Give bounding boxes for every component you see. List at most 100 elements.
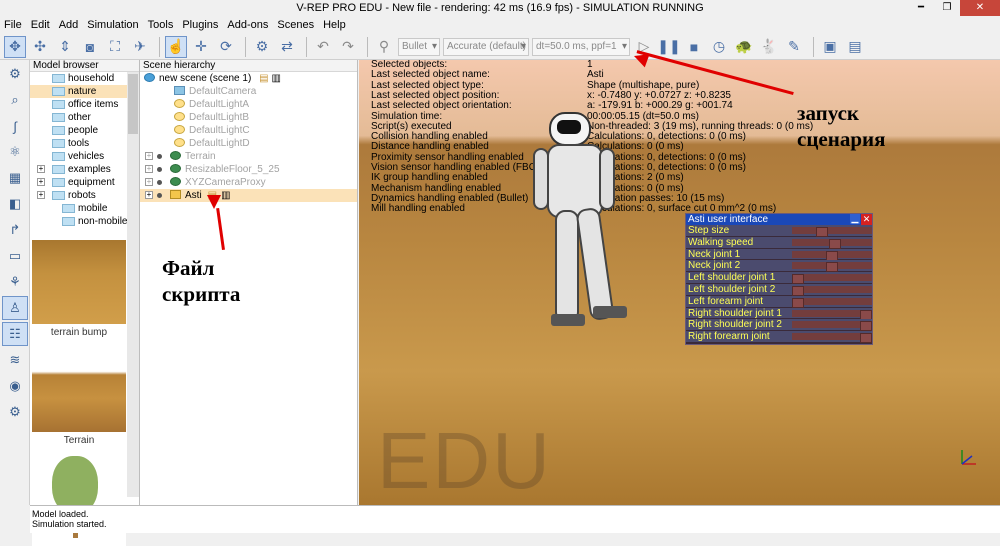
stop-icon[interactable]: ■ (683, 36, 705, 58)
thumbnail-terrain[interactable]: Terrain (32, 348, 126, 456)
object-shift-icon[interactable]: ✛ (190, 36, 212, 58)
faster-icon[interactable]: 🐇 (758, 36, 780, 58)
expand-icon[interactable]: + (145, 165, 153, 173)
camera-pan-icon[interactable]: ✥ (4, 35, 26, 58)
menu-plugins[interactable]: Plugins (182, 19, 218, 31)
slider-knob[interactable] (792, 274, 804, 285)
model-folder-item[interactable]: other (30, 111, 139, 124)
expand-icon[interactable]: + (37, 178, 45, 186)
timestep-select[interactable]: dt=50.0 ms, ppf=1 (532, 37, 630, 56)
menu-add[interactable]: Add (59, 19, 79, 31)
hierarchy-item[interactable]: + Terrain (140, 150, 357, 163)
menu-help[interactable]: Help (323, 19, 346, 31)
model-browser-icon[interactable]: ♙ (2, 296, 28, 320)
engine-select[interactable]: Bullet (398, 37, 440, 56)
slider-knob[interactable] (860, 333, 872, 344)
hierarchy-item[interactable]: + ResizableFloor_5_25 (140, 163, 357, 176)
ui-editor-icon[interactable]: ▭ (2, 244, 28, 268)
slider-track[interactable] (792, 250, 872, 261)
menu-simulation[interactable]: Simulation (87, 19, 138, 31)
model-folder-item[interactable]: household (30, 72, 139, 85)
calculation-icon[interactable]: ∫ (2, 114, 28, 138)
script-icon[interactable]: ▤ (259, 73, 268, 84)
zoom-icon[interactable]: ⌕ (2, 88, 28, 112)
custom-ui-titlebar[interactable]: Asti user interface ▁ ✕ (686, 214, 872, 225)
slider-knob[interactable] (860, 321, 872, 332)
camera-shift-icon[interactable]: ⇕ (54, 36, 76, 58)
custom-ui-close-icon[interactable]: ✕ (861, 214, 872, 225)
maximize-button[interactable]: ❐ (934, 0, 960, 16)
hierarchy-item[interactable]: DefaultCamera (140, 85, 357, 98)
camera-fly-icon[interactable]: ✈ (129, 36, 151, 58)
model-folder-item[interactable]: tools (30, 137, 139, 150)
slider-track[interactable] (792, 238, 872, 249)
user-settings-icon[interactable]: ⚙ (2, 400, 28, 424)
hierarchy-item[interactable]: DefaultLightA (140, 98, 357, 111)
realtime-icon[interactable]: ◷ (708, 36, 730, 58)
slider-knob[interactable] (860, 309, 872, 320)
dynamics-icon[interactable]: ⚲ (373, 36, 395, 58)
model-folder-item[interactable]: people (30, 124, 139, 137)
visibility-icon[interactable] (157, 167, 162, 172)
layers-icon[interactable]: ≋ (2, 348, 28, 372)
pause-icon[interactable]: ❚❚ (657, 36, 680, 58)
page-switch-icon[interactable]: ▤ (844, 36, 866, 58)
accuracy-select[interactable]: Accurate (default) (443, 37, 529, 56)
scene-root[interactable]: new scene (scene 1) ▤ ▥ (140, 72, 357, 85)
model-folder-item[interactable]: vehicles (30, 150, 139, 163)
scene-viewport[interactable]: Selected objects: 1 Last selected object n… (359, 60, 1000, 505)
slider-track[interactable] (792, 227, 872, 237)
slider-knob[interactable] (826, 250, 838, 261)
selection-icon[interactable]: ⚘ (2, 270, 28, 294)
custom-ui-window[interactable]: Asti user interface ▁ ✕ Step size Walking… (685, 213, 873, 345)
visibility-icon[interactable] (157, 154, 162, 159)
click-select-icon[interactable]: ☝ (165, 35, 187, 58)
scripts-icon[interactable]: ▦ (2, 166, 28, 190)
scene-hierarchy-icon[interactable]: ☷ (2, 322, 28, 346)
menu-edit[interactable]: Edit (31, 19, 50, 31)
close-button[interactable]: ✕ (960, 0, 1000, 16)
slider-track[interactable] (792, 321, 872, 332)
model-browser-scrollbar[interactable] (127, 72, 139, 497)
slider-knob[interactable] (829, 238, 842, 249)
thumbnail-terrain-bump[interactable]: terrain bump (32, 240, 126, 348)
hierarchy-item[interactable]: DefaultLightB (140, 111, 357, 124)
menu-tools[interactable]: Tools (148, 19, 174, 31)
custom-ui-minimize-icon[interactable]: ▁ (850, 214, 860, 224)
menu-file[interactable]: File (4, 19, 22, 31)
menu-scenes[interactable]: Scenes (277, 19, 314, 31)
thread-icon[interactable]: ✎ (783, 36, 805, 58)
model-folder-item[interactable]: + robots (30, 189, 139, 202)
hierarchy-item[interactable]: + Asti ▤ ▥ (140, 189, 357, 202)
slider-track[interactable] (792, 333, 872, 344)
object-rotate-icon[interactable]: ⟳ (215, 36, 237, 58)
slider-track[interactable] (792, 309, 872, 320)
paths-icon[interactable]: ↱ (2, 218, 28, 242)
model-folder-item[interactable]: nature (30, 85, 139, 98)
fit-to-view-icon[interactable]: ⛶ (104, 36, 126, 58)
hierarchy-item[interactable]: DefaultLightD (140, 137, 357, 150)
shapes-icon[interactable]: ◧ (2, 192, 28, 216)
expand-icon[interactable]: + (145, 178, 153, 186)
hierarchy-item[interactable]: DefaultLightC (140, 124, 357, 137)
camera-rotate-icon[interactable]: ✣ (29, 36, 51, 58)
slower-icon[interactable]: 🐢 (733, 36, 755, 58)
model-folder-item[interactable]: + examples (30, 163, 139, 176)
slider-knob[interactable] (792, 297, 804, 308)
hierarchy-item[interactable]: + XYZCameraProxy (140, 176, 357, 189)
scrollbar-thumb[interactable] (128, 74, 138, 134)
minimize-button[interactable]: ━ (908, 0, 934, 16)
menu-addons[interactable]: Add-ons (227, 19, 268, 31)
slider-knob[interactable] (792, 285, 804, 296)
collections-icon[interactable]: ⚛ (2, 140, 28, 164)
settings-icon[interactable]: ⚙ (2, 62, 28, 86)
undo-icon[interactable]: ↶ (312, 36, 334, 58)
video-recorder-icon[interactable]: ◉ (2, 374, 28, 398)
model-folder-item[interactable]: non-mobile (30, 215, 139, 228)
slider-track[interactable] (792, 285, 872, 296)
transfer-dna-icon[interactable]: ⇄ (276, 36, 298, 58)
model-folder-item[interactable]: office items (30, 98, 139, 111)
expand-icon[interactable]: + (37, 165, 45, 173)
assembly-icon[interactable]: ⚙ (251, 36, 273, 58)
slider-knob[interactable] (826, 262, 838, 273)
